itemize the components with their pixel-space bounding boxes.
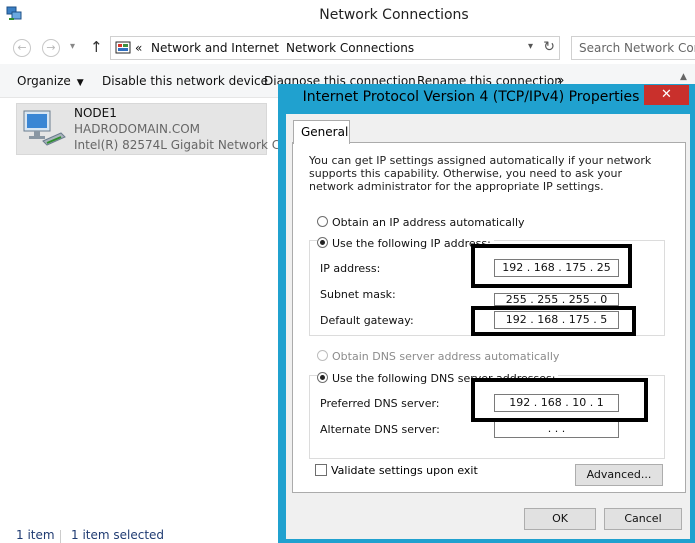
caret-down-icon: ▼ [76,78,84,88]
cancel-button[interactable]: Cancel [604,508,682,530]
alternate-dns-field[interactable]: . . . [494,420,619,438]
radio-unchecked-icon [317,216,328,227]
disable-device-button[interactable]: Disable this network device [102,74,268,88]
obtain-ip-auto-radio[interactable]: Obtain an IP address automatically [317,216,525,229]
radio-checked-icon [317,372,328,383]
advanced-button[interactable]: Advanced... [575,464,663,486]
search-input[interactable]: Search Network Conne [571,36,695,60]
item-count: 1 item [16,528,55,542]
subnet-mask-label: Subnet mask: [320,288,396,301]
preferred-dns-label: Preferred DNS server: [320,397,440,410]
forward-arrow-icon[interactable]: → [42,39,60,57]
ip-address-label: IP address: [320,262,381,275]
organize-menu[interactable]: Organize ▼ [17,74,84,88]
back-arrow-icon[interactable]: ← [13,39,31,57]
default-gateway-field[interactable]: 192 . 168 . 175 . 5 [494,311,619,329]
control-panel-icon [115,41,131,54]
organize-label: Organize [17,74,71,88]
connection-domain: HADRODOMAIN.COM [74,122,201,136]
refresh-icon[interactable]: ↻ [543,39,555,55]
radio-unchecked-icon [317,350,328,361]
status-divider [60,530,61,543]
dialog-title: Internet Protocol Version 4 (TCP/IPv4) P… [302,89,640,105]
dns-server-group [309,375,665,459]
default-gateway-label: Default gateway: [320,314,414,327]
scroll-up-arrow-icon[interactable]: ▲ [680,72,687,82]
recent-locations-chevron-icon[interactable]: ▾ [70,41,75,52]
general-tab-panel: You can get IP settings assigned automat… [292,142,686,493]
ip-settings-description: You can get IP settings assigned automat… [309,154,652,193]
breadcrumb-chevron-icon[interactable]: › [274,41,278,52]
breadcrumb-overflow[interactable]: « [135,41,142,55]
up-arrow-icon[interactable]: ↑ [90,38,103,56]
navigation-bar: ← → ▾ ↑ « Network and Internet › Network… [0,30,695,64]
obtain-dns-auto-radio[interactable]: Obtain DNS server address automatically [317,350,559,363]
connection-name: NODE1 [74,106,117,120]
window-title: Network Connections [319,7,469,23]
ok-button[interactable]: OK [524,508,596,530]
obtain-ip-auto-label: Obtain an IP address automatically [332,216,525,229]
status-bar: 1 item 1 item selected [0,526,280,543]
preferred-dns-field[interactable]: 192 . 168 . 10 . 1 [494,394,619,412]
checkbox-unchecked-icon [315,464,327,476]
selection-count: 1 item selected [71,528,165,542]
close-icon[interactable]: ✕ [644,85,689,105]
network-adapter-icon [23,110,66,146]
alternate-dns-label: Alternate DNS server: [320,423,440,436]
address-dropdown-icon[interactable]: ▾ [528,41,533,52]
connection-adapter: Intel(R) 82574L Gigabit Network C... [74,138,292,152]
radio-checked-icon [317,237,328,248]
subnet-mask-field[interactable]: 255 . 255 . 255 . 0 [494,293,619,306]
ip-address-field[interactable]: 192 . 168 . 175 . 25 [494,259,619,277]
window-titlebar: Network Connections [0,0,695,30]
dialog-body: General You can get IP settings assigned… [286,114,690,539]
validate-settings-label: Validate settings upon exit [331,464,478,477]
use-following-ip-radio[interactable]: Use the following IP address: [317,237,494,250]
validate-settings-checkbox[interactable]: Validate settings upon exit [315,464,478,477]
address-bar[interactable]: « Network and Internet › Network Connect… [110,36,560,60]
breadcrumb-network-and-internet[interactable]: Network and Internet [151,41,279,55]
use-following-ip-label: Use the following IP address: [332,237,491,250]
use-following-dns-label: Use the following DNS server addresses: [332,372,556,385]
use-following-dns-radio[interactable]: Use the following DNS server addresses: [317,372,559,385]
connection-list-item[interactable]: NODE1 HADRODOMAIN.COM Intel(R) 82574L Gi… [16,103,292,155]
breadcrumb-network-connections[interactable]: Network Connections [286,41,414,55]
tab-general[interactable]: General [293,120,350,144]
obtain-dns-auto-label: Obtain DNS server address automatically [332,350,560,363]
ipv4-properties-dialog: Internet Protocol Version 4 (TCP/IPv4) P… [278,84,695,543]
